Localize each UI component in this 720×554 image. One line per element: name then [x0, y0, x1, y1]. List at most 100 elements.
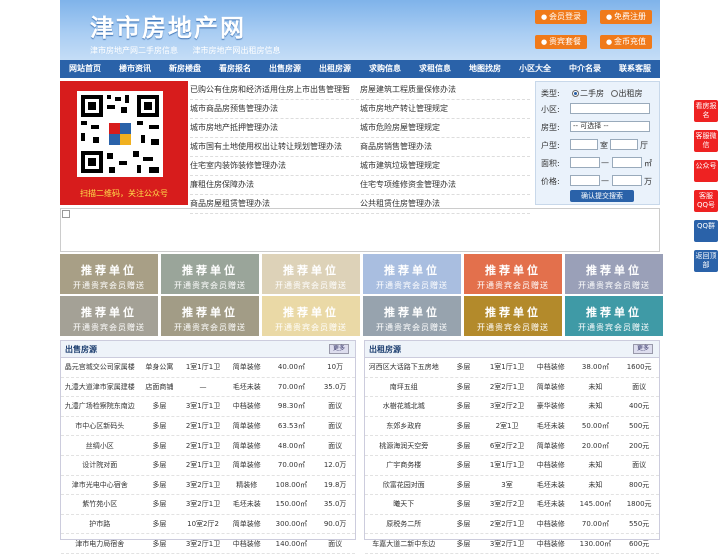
nav-item-0[interactable]: 网站首页 — [60, 60, 110, 78]
recommended-tile[interactable]: 推荐单位 开通贵宾会员赠送 — [565, 254, 663, 294]
nav-item-2[interactable]: 新房楼盘 — [160, 60, 210, 78]
nav-item-4[interactable]: 出售房源 — [260, 60, 310, 78]
recharge-button[interactable]: ● 金币充值 — [600, 35, 652, 49]
price-max-input[interactable] — [612, 175, 642, 186]
hall-select[interactable] — [610, 139, 638, 150]
listing-row[interactable]: 护市路 多层 10室2厅2 简单装修 300.00㎡ 90.0万 — [61, 515, 355, 535]
search-submit-button[interactable]: 确认提交搜索 — [570, 190, 634, 202]
login-button[interactable]: ● 会员登录 — [535, 10, 587, 24]
listing-row[interactable]: 欣富花园对面 多层 3室 毛坯未装 未知 800元 — [365, 476, 659, 496]
register-button[interactable]: ● 免费注册 — [600, 10, 652, 24]
listing-row[interactable]: 东郊乡政府 多层 2室1卫 毛坯未装 50.00㎡ 500元 — [365, 417, 659, 437]
policy-link[interactable]: 廉租住房保障办法 — [190, 176, 360, 194]
listing-cell[interactable]: 津市光电中心宿舍 — [61, 480, 138, 490]
ad-banner[interactable] — [60, 208, 660, 252]
listing-row[interactable]: 设计院对面 多层 2室1厅1卫 简单装修 70.00㎡ 12.0万 — [61, 456, 355, 476]
recommended-tile[interactable]: 推荐单位 开通贵宾会员赠送 — [363, 254, 461, 294]
radio-rent[interactable] — [610, 90, 618, 97]
listing-row[interactable]: 九澧大道津市家属建楼 店面商铺 — 毛坯未装 70.00㎡ 35.0万 — [61, 378, 355, 398]
float-item-0[interactable]: 看房报名 — [694, 100, 718, 122]
recommended-tile[interactable]: 推荐单位 开通贵宾会员赠送 — [60, 254, 158, 294]
sale-more-button[interactable]: 更多 — [329, 344, 349, 354]
listing-cell[interactable]: 车嘉大道二新中东边 — [365, 539, 442, 549]
listing-row[interactable]: 紫竹苑小区 多层 3室2厅1卫 毛坯未装 150.00㎡ 35.0万 — [61, 495, 355, 515]
listing-cell[interactable]: 紫竹苑小区 — [61, 499, 138, 509]
nav-item-11[interactable]: 联系客服 — [610, 60, 660, 78]
listing-cell[interactable]: 水樹花城北城 — [365, 401, 442, 411]
listing-cell[interactable]: 东郊乡政府 — [365, 421, 442, 431]
recommended-tile[interactable]: 推荐单位 开通贵宾会员赠送 — [464, 296, 562, 336]
policy-link[interactable]: 城市国有土地使用权出让转让规划管理办法 — [190, 138, 360, 156]
nav-item-8[interactable]: 地图找房 — [460, 60, 510, 78]
policy-link[interactable]: 城市建筑垃圾管理规定 — [360, 157, 530, 175]
listing-row[interactable]: 津市电力局宿舍 多层 3室2厅1卫 中档装修 140.00㎡ 面议 — [61, 534, 355, 554]
nav-item-7[interactable]: 求租信息 — [410, 60, 460, 78]
vip-package-button[interactable]: ● 贵宾套餐 — [535, 35, 587, 49]
rent-more-button[interactable]: 更多 — [633, 344, 653, 354]
listing-row[interactable]: 原税务二所 多层 2室2厅1卫 中档装修 70.00㎡ 550元 — [365, 515, 659, 535]
listing-row[interactable]: 车嘉大道二新中东边 多层 3室2厅1卫 中档装修 130.00㎡ 600元 — [365, 534, 659, 554]
listing-cell[interactable]: 护市路 — [61, 519, 138, 529]
recommended-tile[interactable]: 推荐单位 开通贵宾会员赠送 — [161, 296, 259, 336]
recommended-tile[interactable]: 推荐单位 开通贵宾会员赠送 — [262, 296, 360, 336]
listing-cell[interactable]: 欣富花园对面 — [365, 480, 442, 490]
room-select[interactable] — [570, 139, 598, 150]
recommended-tile[interactable]: 推荐单位 开通贵宾会员赠送 — [60, 296, 158, 336]
listing-row[interactable]: 水樹花城北城 多层 3室2厅2卫 豪华装修 未知 400元 — [365, 397, 659, 417]
radio-secondhand[interactable] — [572, 90, 579, 97]
area-max-input[interactable] — [612, 157, 642, 168]
listing-cell[interactable]: 南坪五组 — [365, 382, 442, 392]
listing-cell[interactable]: 市中心区新码头 — [61, 421, 138, 431]
listing-row[interactable]: 南坪五组 多层 2室2厅1卫 简单装修 未知 面议 — [365, 378, 659, 398]
nav-item-6[interactable]: 求购信息 — [360, 60, 410, 78]
listing-cell[interactable]: 设计院对面 — [61, 460, 138, 470]
area-min-input[interactable] — [570, 157, 600, 168]
recommended-tile[interactable]: 推荐单位 开通贵宾会员赠送 — [464, 254, 562, 294]
nav-item-10[interactable]: 中介名录 — [560, 60, 610, 78]
nav-item-5[interactable]: 出租房源 — [310, 60, 360, 78]
listing-row[interactable]: 丝绸小区 多层 2室1厅1卫 简单装修 48.00㎡ 面议 — [61, 436, 355, 456]
recommended-tile[interactable]: 推荐单位 开通贵宾会员赠送 — [161, 254, 259, 294]
listing-cell[interactable]: 河西区大话路下五房地 — [365, 362, 442, 372]
policy-link[interactable]: 住宅专项维修资金管理办法 — [360, 176, 530, 194]
listing-row[interactable]: 津市光电中心宿舍 多层 3室2厅1卫 精装修 108.00㎡ 19.8万 — [61, 476, 355, 496]
listing-cell[interactable]: 丝绸小区 — [61, 441, 138, 451]
price-min-input[interactable] — [570, 175, 600, 186]
listing-row[interactable]: 广宇商务楼 多层 1室1厅1卫 中档装修 未知 面议 — [365, 456, 659, 476]
nav-item-3[interactable]: 看房报名 — [210, 60, 260, 78]
float-item-5[interactable]: 返回顶部 — [694, 250, 718, 272]
listing-cell[interactable]: 广宇商务楼 — [365, 460, 442, 470]
listing-cell[interactable]: 九澧广场检察院东南边 — [61, 401, 138, 411]
float-item-3[interactable]: 客服QQ号 — [694, 190, 718, 212]
listing-row[interactable]: 晶元宫城交公司家属楼 单身公寓 1室1厅1卫 简单装修 40.00㎡ 10万 — [61, 358, 355, 378]
nav-item-1[interactable]: 楼市资讯 — [110, 60, 160, 78]
listing-row[interactable]: 河西区大话路下五房地 多层 1室1厅1卫 中档装修 38.00㎡ 1600元 — [365, 358, 659, 378]
listing-cell[interactable]: 津市电力局宿舍 — [61, 539, 138, 549]
recommended-tile[interactable]: 推荐单位 开通贵宾会员赠送 — [262, 254, 360, 294]
policy-link[interactable]: 商品房销售管理办法 — [360, 138, 530, 156]
recommended-tile[interactable]: 推荐单位 开通贵宾会员赠送 — [363, 296, 461, 336]
float-item-2[interactable]: 公众号 — [694, 160, 718, 182]
listing-cell[interactable]: 桃源海润天空旁 — [365, 441, 442, 451]
listing-cell[interactable]: 曦天下 — [365, 499, 442, 509]
listing-row[interactable]: 曦天下 多层 3室2厅2卫 毛坯未装 145.00㎡ 1800元 — [365, 495, 659, 515]
nav-item-9[interactable]: 小区大全 — [510, 60, 560, 78]
listing-cell[interactable]: 原税务二所 — [365, 519, 442, 529]
recommended-tile[interactable]: 推荐单位 开通贵宾会员赠送 — [565, 296, 663, 336]
policy-link[interactable]: 房屋建筑工程质量保修办法 — [360, 81, 530, 99]
house-type-select[interactable]: -- 可选择 -- — [570, 121, 650, 132]
district-input[interactable] — [570, 103, 650, 114]
policy-link[interactable]: 住宅室内装饰装修管理办法 — [190, 157, 360, 175]
listing-cell[interactable]: 晶元宫城交公司家属楼 — [61, 362, 138, 372]
tagline-rent[interactable]: 津市房地产网出租房信息 — [193, 46, 281, 55]
policy-link[interactable]: 城市房地产抵押管理办法 — [190, 119, 360, 137]
site-logo[interactable]: 津市房地产网 — [90, 8, 246, 43]
listing-cell[interactable]: 九澧大道津市家属建楼 — [61, 382, 138, 392]
listing-row[interactable]: 九澧广场检察院东南边 多层 3室1厅1卫 中档装修 98.30㎡ 面议 — [61, 397, 355, 417]
policy-link[interactable]: 城市危险房屋管理规定 — [360, 119, 530, 137]
policy-link[interactable]: 城市房地产转让管理规定 — [360, 100, 530, 118]
policy-link[interactable]: 已购公有住房和经济适用住房上市出售管理暂 — [190, 81, 360, 99]
listing-row[interactable]: 市中心区新码头 多层 2室1厅1卫 简单装修 63.53㎡ 面议 — [61, 417, 355, 437]
listing-row[interactable]: 桃源海润天空旁 多层 6室2厅2卫 简单装修 20.00㎡ 200元 — [365, 436, 659, 456]
tagline-sale[interactable]: 津市房地产网二手房信息 — [90, 46, 178, 55]
